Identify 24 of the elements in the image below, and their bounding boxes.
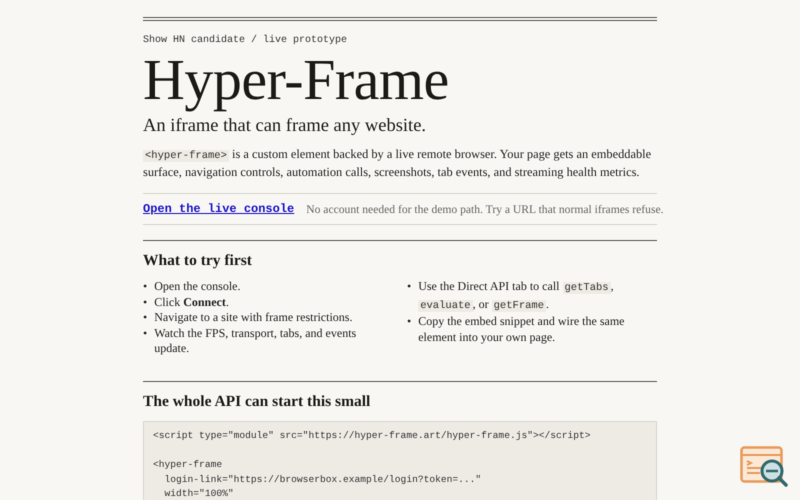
- code-line: <hyper-frame: [153, 458, 224, 472]
- bullet: •: [143, 326, 148, 342]
- list-item: Open the console.: [154, 279, 242, 294]
- browser-search-icon[interactable]: [740, 446, 790, 488]
- bullet: •: [143, 279, 148, 294]
- console-link[interactable]: Open the live console: [143, 202, 294, 216]
- section-heading: What to try first: [143, 251, 253, 271]
- bullet: •: [407, 279, 412, 295]
- intro-paragraph: <hyper-frame> is a custom element backed by a live remote browser. Your page gets an embeddable surface, navigation controls, automation calls, screenshots, tab events, and streaming health metrics.: [143, 146, 652, 180]
- code-line: login-link="https://browserbox.example/login?token=...": [164, 472, 482, 487]
- section-heading: The whole API can start this small: [143, 392, 372, 412]
- list-item: Copy the embed snippet and wire the same element into your own page.: [418, 314, 626, 345]
- bullet: •: [407, 314, 412, 330]
- page-title: Hyper-Frame: [143, 48, 450, 112]
- bullet: •: [143, 294, 148, 310]
- eyebrow-text: Show HN candidate / live prototype: [143, 35, 348, 46]
- cta-note: No account needed for the demo path. Try a URL that normal iframes refuse.: [306, 202, 664, 216]
- list-item: Navigate to a site with frame restrictions.: [154, 310, 354, 326]
- tagline: An iframe that can frame any website.: [143, 115, 428, 138]
- code-line: width="100%": [164, 487, 235, 500]
- list-item: Click Connect.: [154, 294, 230, 310]
- list-item: Watch the FPS, transport, tabs, and events update.: [154, 326, 358, 356]
- bullet: •: [143, 310, 148, 326]
- code-line: <script type="module" src="https://hyper-frame.art/hyper-frame.js"></script>: [153, 428, 592, 442]
